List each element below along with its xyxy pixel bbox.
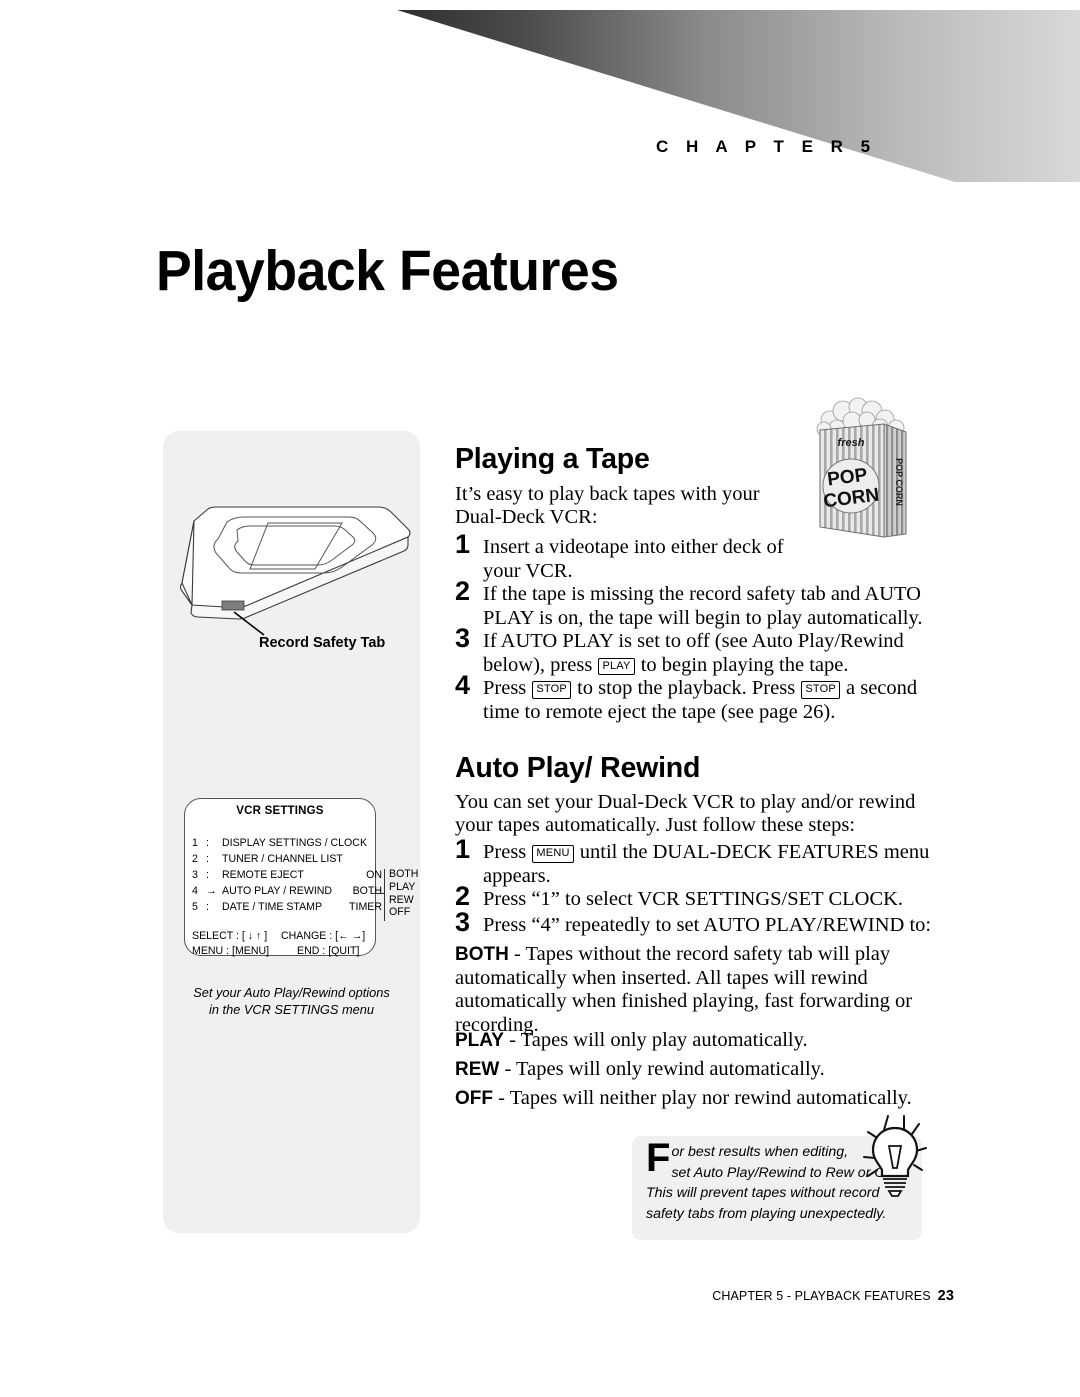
record-safety-tab-label: Record Safety Tab: [259, 635, 386, 651]
definition-term: BOTH: [455, 944, 509, 965]
stop-key-glyph[interactable]: STOP: [801, 681, 840, 699]
definition-dash: -: [493, 1087, 510, 1109]
vcr-menu-row-separator: :: [206, 837, 209, 849]
definition-term: PLAY: [455, 1030, 504, 1051]
vcr-menu-caption-line-1: Set your Auto Play/Rewind options: [193, 985, 390, 1000]
definition-term: OFF: [455, 1088, 493, 1109]
step-text: Press STOP to stop the playback. Press S…: [483, 677, 918, 723]
vcr-option-rew[interactable]: REW: [389, 894, 418, 907]
menu-key-glyph[interactable]: MENU: [532, 845, 574, 863]
vcr-menu-row-label: REMOTE EJECT: [222, 869, 304, 881]
definition-text: Tapes will only play automatically.: [520, 1029, 808, 1051]
tip-line-3: This will prevent tapes without record: [646, 1185, 880, 1201]
section-heading-auto-play-rewind: Auto Play/ Rewind: [455, 752, 701, 784]
vcr-menu-change-hint: CHANGE : [← →]: [281, 930, 366, 942]
step-number: 1: [455, 834, 471, 864]
step-number: 4: [455, 670, 471, 700]
playing-a-tape-intro: It’s easy to play back tapes with your D…: [455, 483, 760, 528]
definition-both: BOTH - Tapes without the record safety t…: [455, 943, 925, 1037]
vcr-menu-row-label: DISPLAY SETTINGS / CLOCK: [222, 837, 368, 849]
definition-dash: -: [499, 1058, 517, 1080]
vcr-menu-row-value: TIMER: [349, 901, 382, 913]
vcr-options-connector-line: [384, 869, 385, 921]
definition-text: Tapes will neither play nor rewind autom…: [509, 1087, 912, 1109]
vcr-menu-row-separator: :: [206, 869, 209, 881]
definition-play: PLAY - Tapes will only play automaticall…: [455, 1029, 925, 1053]
section-heading-playing-a-tape: Playing a Tape: [455, 443, 650, 475]
chapter-banner: C H A P T E R 5: [0, 0, 1080, 200]
popcorn-bag-image: fresh POP CORN POP CORN: [806, 394, 916, 554]
lightbulb-icon: [848, 1110, 932, 1202]
definition-rew: REW - Tapes will only rewind automatical…: [455, 1058, 925, 1082]
vcr-menu-select-hint: SELECT : [ ↓ ↑ ]: [192, 930, 268, 942]
step-number: 2: [455, 576, 471, 606]
tip-dropcap: F: [646, 1136, 671, 1180]
step-number: 3: [455, 907, 471, 937]
definition-dash: -: [508, 943, 526, 965]
footer-chapter-label: CHAPTER 5 - PLAYBACK FEATURES: [712, 1289, 931, 1303]
step-text: Press “4” repeatedly to set AUTO PLAY/RE…: [483, 914, 932, 936]
page-footer: CHAPTER 5 - PLAYBACK FEATURES 23: [0, 1288, 954, 1304]
playing-step: 3 If AUTO PLAY is set to off (see Auto P…: [455, 625, 935, 677]
step-text: If the tape is missing the record safety…: [483, 583, 923, 629]
step-number: 2: [455, 881, 471, 911]
page-title: Playback Features: [156, 239, 619, 303]
vcr-menu-row-selection-arrow-icon: →: [206, 885, 217, 897]
step-text: Press MENU until the DUAL-DECK FEATURES …: [483, 841, 930, 887]
videotape-illustration: [172, 483, 422, 643]
vcr-menu-caption: Set your Auto Play/Rewind options in the…: [163, 984, 420, 1018]
step-number: 3: [455, 623, 471, 653]
vcr-menu-caption-line-2: in the VCR SETTINGS menu: [209, 1002, 374, 1017]
stop-key-glyph[interactable]: STOP: [532, 681, 571, 699]
tip-line-4: safety tabs from playing unexpectedly.: [646, 1205, 887, 1222]
vcr-menu-row-value: ON: [366, 869, 382, 881]
playing-step: 2 If the tape is missing the record safe…: [455, 578, 935, 630]
auto-step: 1 Press MENU until the DUAL-DECK FEATURE…: [455, 836, 935, 888]
footer-page-number: 23: [937, 1288, 954, 1304]
playing-step: 1 Insert a videotape into either deck of…: [455, 531, 800, 583]
svg-text:POP CORN: POP CORN: [894, 458, 904, 506]
vcr-menu-row-label: TUNER / CHANNEL LIST: [222, 853, 343, 865]
definition-dash: -: [503, 1029, 521, 1051]
vcr-menu-row-separator: :: [206, 853, 209, 865]
step-text: Press “1” to select VCR SETTINGS/SET CLO…: [483, 888, 904, 910]
step-number: 1: [455, 529, 471, 559]
auto-play-rewind-intro: You can set your Dual-Deck VCR to play a…: [455, 791, 916, 836]
vcr-menu-row-value: BOTH: [352, 885, 382, 897]
vcr-options-connector-tick: [371, 893, 384, 894]
definition-off: OFF - Tapes will neither play nor rewind…: [455, 1087, 925, 1111]
vcr-menu-row-label: DATE / TIME STAMP: [222, 901, 323, 913]
vcr-menu-row-separator: :: [206, 901, 209, 913]
step-text: If AUTO PLAY is set to off (see Auto Pla…: [483, 630, 904, 676]
playing-step: 4 Press STOP to stop the playback. Press…: [455, 672, 935, 724]
chapter-label: C H A P T E R 5: [656, 137, 877, 156]
definition-term: REW: [455, 1059, 500, 1080]
vcr-menu-menu-hint: MENU : [MENU]: [192, 945, 270, 957]
tip-line-1: or best results when editing,: [671, 1144, 849, 1160]
definition-text: Tapes will only rewind automatically.: [516, 1058, 825, 1080]
vcr-menu-end-hint: END : [QUIT]: [297, 945, 360, 957]
vcr-menu-row-label: AUTO PLAY / REWIND: [222, 885, 333, 897]
play-key-glyph[interactable]: PLAY: [598, 657, 635, 675]
vcr-options-list: BOTH PLAY REW OFF: [389, 868, 418, 919]
step-text: Insert a videotape into either deck of y…: [483, 536, 784, 582]
vcr-option-play[interactable]: PLAY: [389, 881, 418, 894]
auto-step: 2 Press “1” to select VCR SETTINGS/SET C…: [455, 883, 935, 912]
vcr-settings-menu-title: VCR SETTINGS: [236, 805, 324, 817]
auto-step: 3 Press “4” repeatedly to set AUTO PLAY/…: [455, 909, 935, 938]
vcr-option-off[interactable]: OFF: [389, 906, 418, 919]
vcr-option-both[interactable]: BOTH: [389, 868, 418, 881]
svg-text:fresh: fresh: [838, 437, 865, 449]
